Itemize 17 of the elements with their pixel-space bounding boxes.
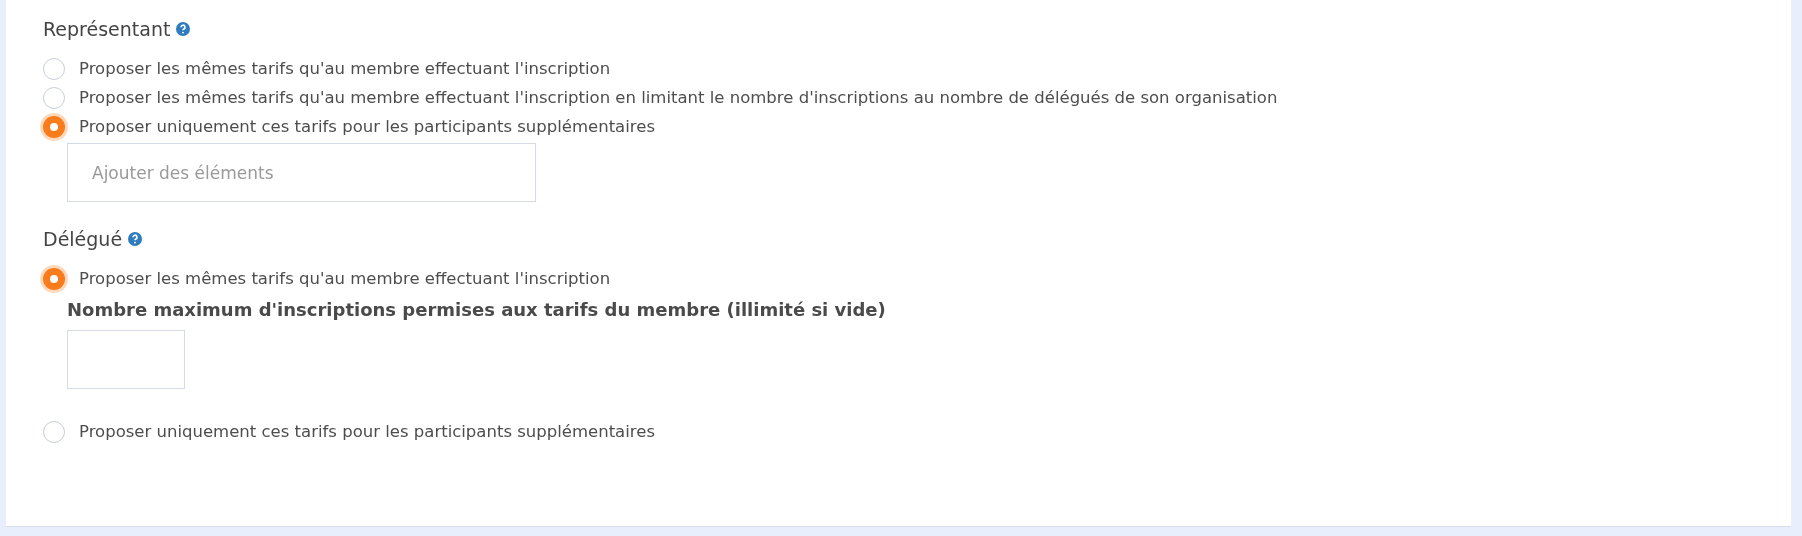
help-icon[interactable] <box>128 232 143 246</box>
radio-button[interactable] <box>43 57 65 80</box>
option-label: Proposer les mêmes tarifs qu'au membre effectuant l'inscription <box>79 59 611 78</box>
input-field[interactable]: Ajouter des éléments <box>67 143 536 202</box>
radio-button[interactable] <box>43 267 65 290</box>
option-label: Proposer uniquement ces tarifs pour les participants supplémentaires <box>79 422 655 441</box>
option-label: Proposer uniquement ces tarifs pour les participants supplémentaires <box>79 117 655 136</box>
option-label: Proposer les mêmes tarifs qu'au membre effectuant l'inscription en limitant le nombre d'inscriptions au nombre de délégués de son organisation <box>79 88 1278 107</box>
option-label: Proposer les mêmes tarifs qu'au membre effectuant l'inscription <box>79 269 611 288</box>
input-field[interactable] <box>67 330 185 389</box>
radio-button[interactable] <box>43 420 65 443</box>
radio-button[interactable] <box>43 86 65 109</box>
radio-button[interactable] <box>43 115 65 138</box>
section-title: Représentant <box>43 18 171 40</box>
field-label: Nombre maximum d'inscriptions permises aux tarifs du membre (illimité si vide) <box>67 299 887 320</box>
section-title: Délégué <box>43 228 123 250</box>
help-icon[interactable] <box>176 22 191 36</box>
